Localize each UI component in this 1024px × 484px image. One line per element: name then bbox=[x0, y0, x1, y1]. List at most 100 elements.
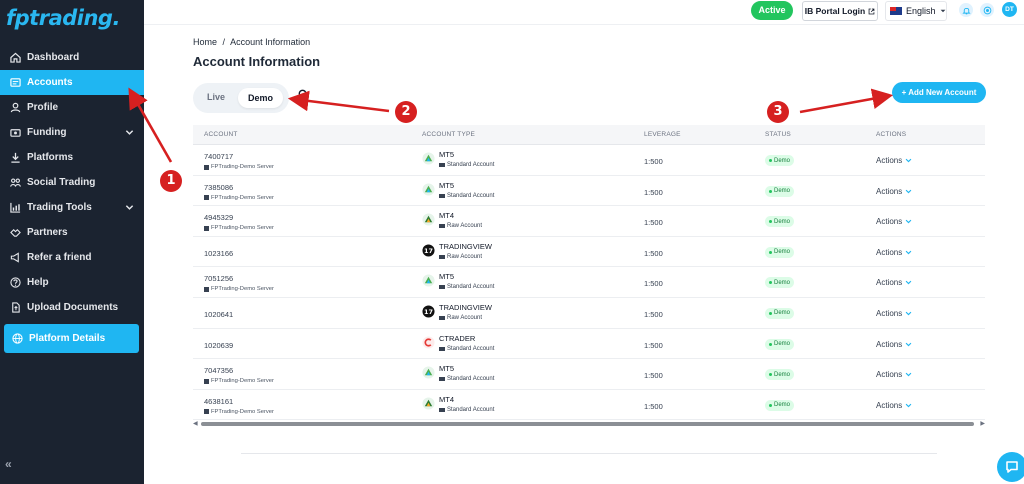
account-type-label: Raw Account bbox=[447, 314, 483, 321]
handshake-icon bbox=[10, 227, 21, 238]
leverage-value: 1:500 bbox=[644, 187, 663, 197]
brand-logo[interactable]: fptrading. bbox=[6, 6, 120, 30]
ib-portal-login-button[interactable]: IB Portal Login bbox=[802, 1, 878, 21]
actions-dropdown[interactable]: Actions bbox=[876, 187, 912, 196]
account-number[interactable]: 1023166 bbox=[204, 249, 233, 258]
chevron-down-icon[interactable] bbox=[125, 128, 134, 137]
sidebar-nav: Dashboard Accounts Profile Funding Platf… bbox=[0, 45, 144, 320]
live-chat-button[interactable] bbox=[997, 452, 1024, 482]
sidebar-item-platforms[interactable]: Platforms bbox=[0, 145, 144, 170]
actions-dropdown[interactable]: Actions bbox=[876, 309, 912, 318]
sidebar-item-help[interactable]: Help bbox=[0, 270, 144, 295]
support-target-icon[interactable] bbox=[980, 3, 994, 17]
chevron-down-icon[interactable] bbox=[125, 203, 134, 212]
notification-bell-icon[interactable] bbox=[959, 3, 973, 17]
language-selector[interactable]: English bbox=[885, 1, 947, 21]
mt5-logo-icon bbox=[422, 274, 435, 287]
status-dot-icon bbox=[769, 311, 772, 315]
server-icon bbox=[204, 164, 209, 170]
actions-dropdown[interactable]: Actions bbox=[876, 370, 912, 379]
server-icon bbox=[204, 378, 209, 384]
leverage-value: 1:500 bbox=[644, 340, 663, 350]
server-name: FPTrading-Demo Server bbox=[204, 286, 274, 292]
sidebar-item-funding[interactable]: Funding bbox=[0, 120, 144, 145]
scroll-left-arrow-icon[interactable]: ◀ bbox=[193, 420, 198, 427]
mt4-logo-icon bbox=[422, 397, 435, 410]
caret-down-icon bbox=[940, 9, 945, 13]
status-dot-icon bbox=[769, 342, 772, 346]
account-type: Standard Account bbox=[439, 162, 494, 168]
account-number[interactable]: 7400717 bbox=[204, 152, 233, 161]
scroll-right-arrow-icon[interactable]: ▶ bbox=[980, 420, 985, 427]
download-icon bbox=[10, 152, 21, 163]
server-name: FPTrading-Demo Server bbox=[204, 225, 274, 231]
table-row: 7047356 FPTrading-Demo Server MT5 Standard … bbox=[193, 359, 985, 390]
svg-text:17: 17 bbox=[424, 247, 433, 255]
actions-dropdown[interactable]: Actions bbox=[876, 156, 912, 165]
sidebar-item-profile[interactable]: Profile bbox=[0, 95, 144, 120]
collapse-sidebar-icon[interactable]: « bbox=[5, 457, 12, 471]
leverage-value: 1:500 bbox=[644, 218, 663, 228]
account-number[interactable]: 4638161 bbox=[204, 397, 233, 406]
sidebar-item-dashboard[interactable]: Dashboard bbox=[0, 45, 144, 70]
sidebar-item-upload-documents[interactable]: Upload Documents bbox=[0, 295, 144, 320]
sidebar-item-partners[interactable]: Partners bbox=[0, 220, 144, 245]
account-number[interactable]: 4945329 bbox=[204, 213, 233, 222]
breadcrumb-home[interactable]: Home bbox=[193, 37, 217, 47]
account-number[interactable]: 7051256 bbox=[204, 274, 233, 283]
account-number[interactable]: 7047356 bbox=[204, 366, 233, 375]
account-type-label: Raw Account bbox=[447, 253, 483, 260]
account-type-label: Standard Account bbox=[447, 162, 495, 168]
sidebar-item-trading-tools[interactable]: Trading Tools bbox=[0, 195, 144, 220]
leverage-value: 1:500 bbox=[644, 279, 663, 289]
mt5-logo-icon bbox=[422, 152, 435, 165]
account-type-label: Standard Account bbox=[447, 376, 495, 383]
status-badge: Demo bbox=[765, 246, 795, 258]
server-label: FPTrading-Demo Server bbox=[211, 408, 274, 415]
column-header-actions: ACTIONS bbox=[876, 131, 907, 138]
toggle-live-option[interactable]: Live bbox=[207, 92, 225, 102]
account-type-icon bbox=[439, 377, 445, 382]
toggle-demo-option[interactable]: Demo bbox=[238, 88, 283, 108]
horizontal-scrollbar[interactable]: ◀ ▶ bbox=[193, 420, 985, 428]
sidebar-item-accounts[interactable]: Accounts bbox=[0, 70, 144, 95]
brand-logo-text: fptrading bbox=[6, 6, 113, 30]
actions-dropdown[interactable]: Actions bbox=[876, 340, 912, 349]
search-icon[interactable] bbox=[298, 89, 309, 100]
language-label: English bbox=[906, 6, 936, 16]
account-number[interactable]: 1020641 bbox=[204, 310, 233, 319]
actions-dropdown[interactable]: Actions bbox=[876, 401, 912, 410]
account-type: Standard Account bbox=[439, 193, 494, 199]
sidebar-item-label: Platforms bbox=[27, 152, 74, 163]
actions-dropdown[interactable]: Actions bbox=[876, 278, 912, 287]
actions-dropdown[interactable]: Actions bbox=[876, 248, 912, 257]
user-avatar[interactable]: DT bbox=[1002, 2, 1017, 17]
platform-details-label: Platform Details bbox=[29, 333, 106, 344]
account-type-icon bbox=[439, 193, 445, 198]
platform-name: MT5 bbox=[439, 150, 454, 159]
account-number[interactable]: 1020639 bbox=[204, 341, 233, 350]
sidebar-item-label: Upload Documents bbox=[27, 302, 119, 313]
add-new-account-button[interactable]: + Add New Account bbox=[892, 82, 986, 103]
mt5-logo-icon bbox=[422, 183, 435, 196]
platform-name: TRADINGVIEW bbox=[439, 302, 492, 312]
chart-icon bbox=[10, 202, 21, 213]
megaphone-icon bbox=[10, 252, 21, 263]
status-badge: Demo bbox=[765, 307, 795, 319]
platform-name: CTRADER bbox=[439, 333, 476, 343]
scrollbar-thumb[interactable] bbox=[201, 422, 974, 426]
sidebar-item-social-trading[interactable]: Social Trading bbox=[0, 170, 144, 195]
sidebar-item-label: Funding bbox=[27, 127, 67, 138]
sidebar-item-refer-a-friend[interactable]: Refer a friend bbox=[0, 245, 144, 270]
account-type: Raw Account bbox=[439, 223, 482, 229]
sidebar-item-label: Accounts bbox=[27, 77, 73, 88]
column-header-account: ACCOUNT bbox=[204, 131, 238, 138]
status-label: Demo bbox=[774, 279, 791, 286]
status-label: Demo bbox=[774, 249, 791, 256]
status-dot-icon bbox=[769, 250, 772, 254]
actions-dropdown[interactable]: Actions bbox=[876, 217, 912, 226]
platform-details-button[interactable]: Platform Details bbox=[4, 324, 139, 353]
account-number[interactable]: 7385086 bbox=[204, 183, 233, 192]
accounts-table: ACCOUNT ACCOUNT TYPE LEVERAGE STATUS ACT… bbox=[193, 125, 985, 421]
status-label: Demo bbox=[774, 157, 791, 164]
